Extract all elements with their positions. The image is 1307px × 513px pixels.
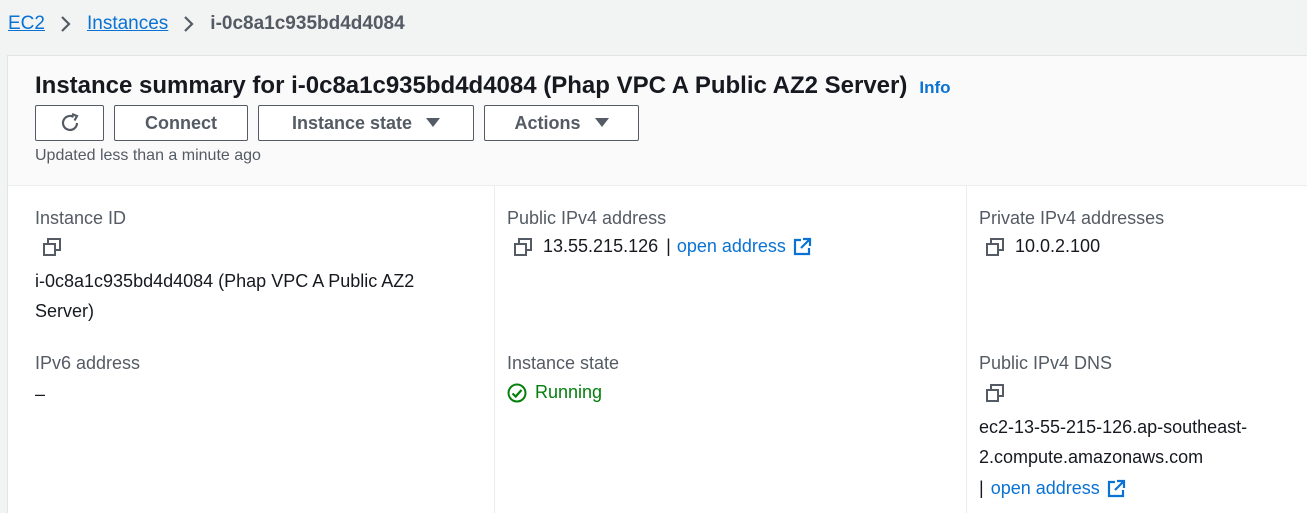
check-circle-icon <box>507 383 527 403</box>
public-dns-value: ec2-13-55-215-126.ap-southeast- 2.comput… <box>979 412 1247 472</box>
instance-summary-panel: Instance summary for i-0c8a1c935bd4d4084… <box>7 55 1307 513</box>
info-link[interactable]: Info <box>919 78 950 98</box>
public-ipv4-value: 13.55.215.126 <box>543 236 659 256</box>
connect-button[interactable]: Connect <box>114 105 248 141</box>
copy-icon[interactable] <box>513 237 533 257</box>
public-ipv4-row: 13.55.215.126 | open address <box>513 236 812 257</box>
updated-timestamp: Updated less than a minute ago <box>35 147 261 164</box>
open-address-link[interactable]: open address <box>677 236 786 257</box>
instance-state-value: Running <box>535 382 603 402</box>
separator: | <box>979 478 984 498</box>
connect-button-label: Connect <box>145 112 217 133</box>
external-link-icon[interactable] <box>1106 479 1126 499</box>
instance-id-value: i-0c8a1c935bd4d4084 (Phap VPC A Public A… <box>35 266 414 326</box>
instance-id-value-line1: i-0c8a1c935bd4d4084 (Phap VPC A Public A… <box>35 271 415 291</box>
title-row: Instance summary for i-0c8a1c935bd4d4084… <box>35 72 951 100</box>
open-address-link[interactable]: open address <box>991 478 1100 499</box>
instance-state-dropdown[interactable]: Instance state <box>258 105 474 141</box>
public-dns-value-line2: 2.compute.amazonaws.com <box>979 447 1204 467</box>
instance-state-label: Instance state <box>507 353 620 373</box>
private-ipv4-value: 10.0.2.100 <box>1015 236 1101 256</box>
column-divider <box>494 185 495 513</box>
breadcrumb-ec2-link[interactable]: EC2 <box>8 13 45 35</box>
refresh-button[interactable] <box>35 105 104 141</box>
instance-id-value-line2: Server) <box>35 301 95 321</box>
ipv6-address-label: IPv6 address <box>35 353 141 373</box>
page-title: Instance summary for i-0c8a1c935bd4d4084… <box>35 72 908 99</box>
instance-id-label: Instance ID <box>35 208 127 228</box>
public-dns-link-row: | open address <box>979 478 1126 499</box>
instance-state-status: Running <box>507 382 602 403</box>
panel-header: Instance summary for i-0c8a1c935bd4d4084… <box>8 56 1307 186</box>
copy-icon[interactable] <box>985 237 1005 257</box>
refresh-icon <box>58 111 82 135</box>
private-ipv4-row: 10.0.2.100 <box>985 236 1100 257</box>
copy-icon[interactable] <box>985 383 1005 403</box>
external-link-icon[interactable] <box>792 237 812 257</box>
public-dns-value-line1: ec2-13-55-215-126.ap-southeast- <box>979 417 1248 437</box>
public-dns-label: Public IPv4 DNS <box>979 353 1113 373</box>
breadcrumb-current: i-0c8a1c935bd4d4084 <box>210 13 405 34</box>
caret-down-icon <box>426 118 441 128</box>
actions-dropdown[interactable]: Actions <box>484 105 639 141</box>
column-divider <box>966 185 967 513</box>
chevron-right-icon <box>60 15 72 33</box>
ipv6-address-value: – <box>35 384 46 404</box>
public-ipv4-label: Public IPv4 address <box>507 208 667 228</box>
chevron-right-icon <box>183 15 195 33</box>
actions-dropdown-label: Actions <box>514 112 581 133</box>
instance-state-dropdown-label: Instance state <box>291 112 413 133</box>
caret-down-icon <box>594 118 609 128</box>
private-ipv4-label: Private IPv4 addresses <box>979 208 1165 228</box>
breadcrumb: EC2 Instances i-0c8a1c935bd4d4084 <box>8 10 405 38</box>
copy-icon[interactable] <box>42 237 62 257</box>
breadcrumb-instances-link[interactable]: Instances <box>87 13 168 35</box>
separator: | <box>666 236 671 256</box>
